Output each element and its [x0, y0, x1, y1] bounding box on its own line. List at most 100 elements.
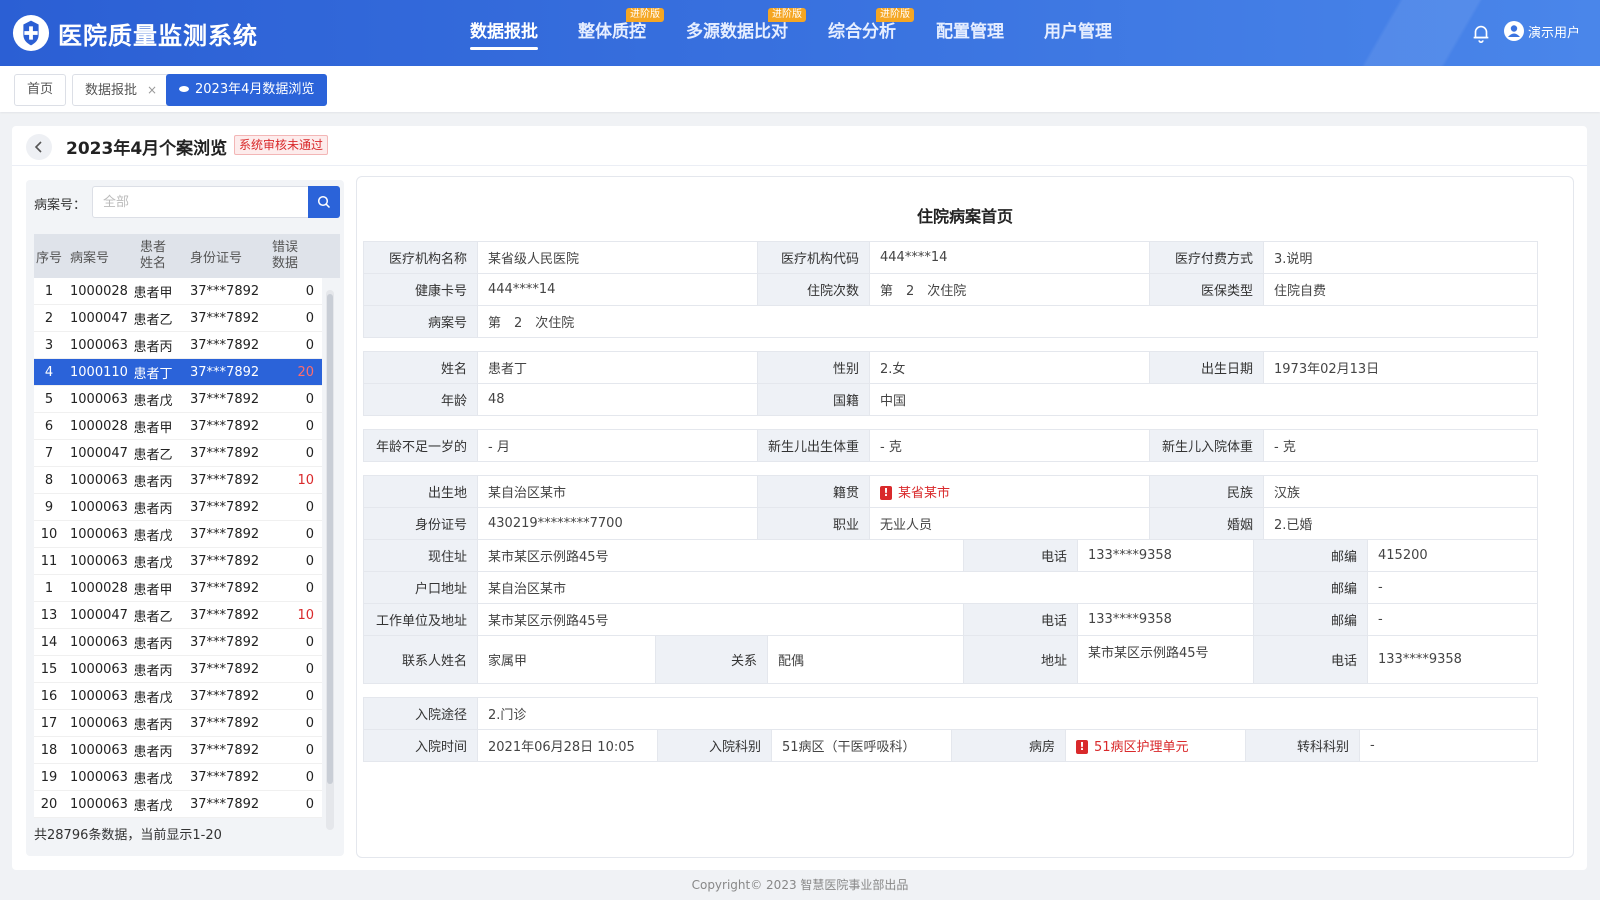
list-item[interactable]: 6 1000028 患者甲 37***7892 0 [34, 413, 322, 440]
nav-label: 多源数据比对 [686, 22, 788, 42]
row-case: 1000047 [70, 607, 128, 623]
row-case: 1000028 [70, 580, 128, 596]
warning-icon: ! [1076, 739, 1088, 754]
row-id: 37***7892 [190, 364, 260, 380]
list-item[interactable]: 9 1000063 患者丙 37***7892 0 [34, 494, 322, 521]
zip-value: 415200 [1367, 539, 1539, 572]
nav-multi-source-compare[interactable]: 多源数据比对 进阶版 [666, 0, 808, 66]
scrollbar-thumb[interactable] [327, 294, 333, 784]
list-item[interactable]: 4 1000110 患者丁 37***7892 20 [34, 359, 322, 386]
label: 病房 [951, 729, 1066, 762]
user-menu[interactable]: 演示用户 [1504, 21, 1580, 41]
list-item[interactable]: 14 1000063 患者丙 37***7892 0 [34, 629, 322, 656]
row-err: 20 [297, 364, 314, 380]
list-scrollbar[interactable] [326, 290, 334, 830]
list-item[interactable]: 13 1000047 患者乙 37***7892 10 [34, 602, 322, 629]
row-id: 37***7892 [190, 796, 260, 812]
row-name: 患者丙 [133, 636, 173, 652]
label: 联系人姓名 [363, 635, 478, 684]
label: 医疗机构代码 [757, 241, 870, 274]
close-icon[interactable]: × [147, 83, 157, 97]
row-case: 1000063 [70, 742, 128, 758]
row-name: 患者甲 [133, 420, 173, 436]
list-item[interactable]: 8 1000063 患者丙 37***7892 10 [34, 467, 322, 494]
case-no-value: 第 2 次住院 [477, 305, 1538, 338]
row-case: 1000063 [70, 634, 128, 650]
list-item[interactable]: 5 1000063 患者戊 37***7892 0 [34, 386, 322, 413]
admit-time-value: 2021年06月28日 10:05 [477, 729, 658, 762]
row-err: 0 [305, 553, 314, 569]
nav-label: 用户管理 [1044, 22, 1112, 42]
list-item[interactable]: 10 1000063 患者戊 37***7892 0 [34, 521, 322, 548]
row-err: 0 [305, 310, 314, 326]
birthplace-value: 某自治区某市 [477, 475, 758, 508]
list-item[interactable]: 11 1000063 患者戊 37***7892 0 [34, 548, 322, 575]
record-panel: 住院病案首页 医疗机构名称 某省级人民医院 医疗机构代码 444****14 医… [356, 176, 1574, 858]
tab-home[interactable]: 首页 [14, 74, 67, 106]
nav-user-manage[interactable]: 用户管理 [1024, 0, 1132, 66]
list-item[interactable]: 16 1000063 患者戊 37***7892 0 [34, 683, 322, 710]
list-item[interactable]: 20 1000063 患者戊 37***7892 0 [34, 791, 322, 818]
row-case: 1000110 [70, 364, 128, 380]
label: 年龄不足一岁的 [363, 429, 478, 462]
row-id: 37***7892 [190, 283, 260, 299]
row-name: 患者丁 [133, 366, 173, 382]
row-no: 19 [40, 769, 58, 785]
tab-data-browse[interactable]: 2023年4月数据浏览 [166, 74, 328, 106]
name-value: 患者丁 [477, 351, 758, 384]
label: 婚姻 [1149, 507, 1264, 540]
row-err: 0 [305, 661, 314, 677]
row-name: 患者丙 [133, 474, 173, 490]
work-value: 某市某区示例路45号 [476, 603, 965, 636]
row-err: 0 [305, 445, 314, 461]
nav-data-submit[interactable]: 数据报批 [450, 0, 558, 66]
list-item[interactable]: 7 1000047 患者乙 37***7892 0 [34, 440, 322, 467]
label: 邮编 [1253, 539, 1369, 572]
bell-icon[interactable] [1470, 22, 1492, 44]
list-item[interactable]: 18 1000063 患者丙 37***7892 0 [34, 737, 322, 764]
case-list: 1 1000028 患者甲 37***7892 0 2 1000047 患者乙 37***789… [34, 278, 322, 818]
row-id: 37***7892 [190, 391, 260, 407]
contact-table: 联系人姓名 家属甲 关系 配偶 地址 某市某区示例路45号 电话 133****… [363, 635, 1538, 684]
back-button[interactable] [26, 134, 52, 160]
label: 关系 [655, 635, 768, 684]
list-item[interactable]: 3 1000063 患者丙 37***7892 0 [34, 332, 322, 359]
org-code-value: 444****14 [869, 241, 1150, 274]
label: 出生日期 [1149, 351, 1264, 384]
list-item[interactable]: 15 1000063 患者丙 37***7892 0 [34, 656, 322, 683]
label: 籍贯 [757, 475, 870, 508]
row-no: 14 [40, 634, 58, 650]
label: 医保类型 [1149, 273, 1264, 306]
birth-value: 1973年02月13日 [1263, 351, 1538, 384]
row-name: 患者甲 [133, 582, 173, 598]
row-name: 患者戊 [133, 690, 173, 706]
work-zip-value: - [1367, 603, 1539, 636]
label: 住院次数 [757, 273, 870, 306]
row-err: 0 [305, 715, 314, 731]
row-no: 18 [40, 742, 58, 758]
search-input[interactable] [92, 186, 308, 218]
list-item[interactable]: 1 1000028 患者甲 37***7892 0 [34, 575, 322, 602]
row-id: 37***7892 [190, 445, 260, 461]
ethnic-value: 汉族 [1263, 475, 1538, 508]
nav-config[interactable]: 配置管理 [916, 0, 1024, 66]
native-value: ! 某省某市 [869, 475, 1150, 508]
row-id: 37***7892 [190, 310, 260, 326]
list-item[interactable]: 17 1000063 患者丙 37***7892 0 [34, 710, 322, 737]
identity-table: 出生地 某自治区某市 籍贯 ! 某省某市 民族 汉族 身份证号 430219***… [363, 475, 1538, 540]
row-case: 1000063 [70, 472, 128, 488]
nav-analysis[interactable]: 综合分析 进阶版 [808, 0, 916, 66]
list-item[interactable]: 2 1000047 患者乙 37***7892 0 [34, 305, 322, 332]
list-item[interactable]: 19 1000063 患者戊 37***7892 0 [34, 764, 322, 791]
nav-overall-qc[interactable]: 整体质控 进阶版 [558, 0, 666, 66]
infant-age-value: - 月 [477, 429, 758, 462]
contact-value: 家属甲 [477, 635, 656, 684]
row-id: 37***7892 [190, 553, 260, 569]
row-no: 17 [40, 715, 58, 731]
tab-label: 首页 [27, 82, 54, 97]
header-err: 错误数据 [271, 240, 298, 271]
search-button[interactable] [308, 186, 340, 218]
health-card-value: 444****14 [477, 273, 758, 306]
tab-data-submit[interactable]: 数据报批 × [72, 74, 171, 106]
list-item[interactable]: 1 1000028 患者甲 37***7892 0 [34, 278, 322, 305]
